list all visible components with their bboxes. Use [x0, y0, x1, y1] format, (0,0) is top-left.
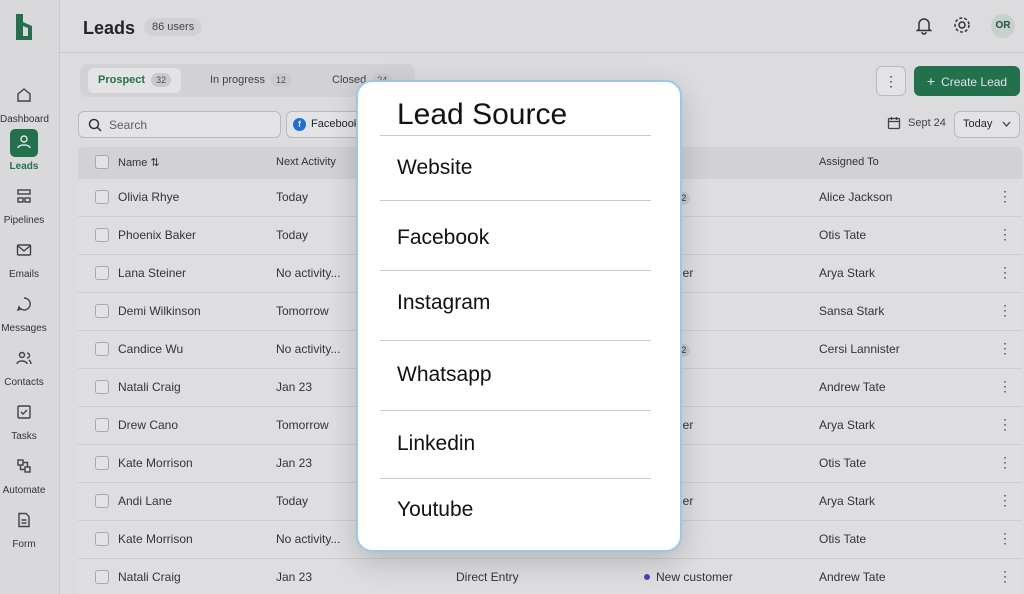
divider [380, 340, 651, 341]
lead-source-option-website[interactable]: Website [397, 156, 472, 180]
lead-source-option-facebook[interactable]: Facebook [397, 226, 489, 250]
lead-source-option-whatsapp[interactable]: Whatsapp [397, 363, 492, 387]
lead-source-dialog: Lead Source Website Facebook Instagram W… [356, 80, 682, 552]
divider [380, 478, 651, 479]
divider [380, 200, 651, 201]
lead-source-option-linkedin[interactable]: Linkedin [397, 432, 475, 456]
divider [380, 410, 651, 411]
dialog-title: Lead Source [397, 98, 568, 131]
divider [380, 135, 651, 136]
divider [380, 270, 651, 271]
lead-source-option-youtube[interactable]: Youtube [397, 498, 473, 522]
lead-source-option-instagram[interactable]: Instagram [397, 291, 490, 315]
